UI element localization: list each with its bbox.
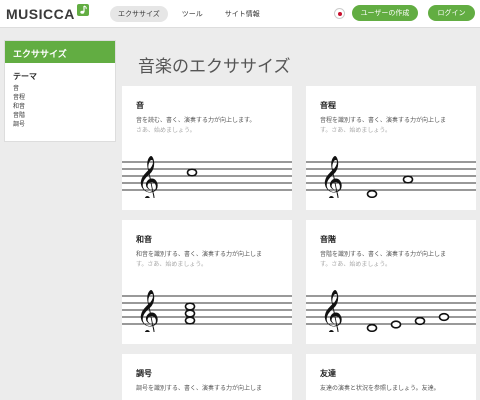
sidebar-item-chords[interactable]: 和音 <box>13 102 115 111</box>
sidebar-list: 音 音程 和音 音階 調号 <box>13 84 115 129</box>
card-subtext: す。さあ、始めましょう。 <box>320 127 392 134</box>
treble-clef-icon: 𝄞 <box>320 290 344 332</box>
note-head <box>366 323 378 332</box>
exercise-card-notes[interactable]: 音 音を読む、書く、演奏する力が向上します。 さあ、始めましょう。 𝄞 <box>122 86 292 210</box>
note-head <box>184 302 196 311</box>
note-head <box>402 175 414 184</box>
logo-text: MUSICCA <box>6 6 75 22</box>
treble-clef-icon: 𝄞 <box>136 156 160 198</box>
sidebar-item-scales[interactable]: 音階 <box>13 111 115 120</box>
treble-clef-icon: 𝄞 <box>320 156 344 198</box>
sidebar-item-intervals[interactable]: 音程 <box>13 93 115 102</box>
card-description: 音を読む、書く、演奏する力が向上します。 <box>136 117 256 124</box>
sidebar-item-key-signatures[interactable]: 調号 <box>13 120 115 129</box>
sidebar: エクササイズ テーマ 音 音程 和音 音階 調号 <box>4 40 116 142</box>
card-description: 和音を識別する、書く、演奏する力が向上しま <box>136 251 263 258</box>
card-description: 音階を識別する、書く、演奏する力が向上しま <box>320 251 447 258</box>
nav-exercises[interactable]: エクササイズ <box>110 6 168 22</box>
sidebar-title[interactable]: エクササイズ <box>5 41 115 63</box>
sidebar-item-notes[interactable]: 音 <box>13 84 115 93</box>
music-note-icon <box>76 4 89 16</box>
exercise-card-key-signatures[interactable]: 調号 調号を識別する、書く、演奏する力が向上しま <box>122 354 292 400</box>
card-description: 友達の演奏と状況を参照しましょう。友達。 <box>320 385 440 392</box>
page-title: 音楽のエクササイズ <box>138 57 291 77</box>
sidebar-group-title: テーマ <box>13 72 37 81</box>
exercise-card-friends[interactable]: 友達 友達の演奏と状況を参照しましょう。友達。 <box>306 354 476 400</box>
note-head <box>366 189 378 198</box>
main-nav: エクササイズ ツール サイト情報 <box>110 6 268 22</box>
note-head <box>184 309 196 318</box>
note-head <box>186 168 198 177</box>
music-staff: 𝄞 <box>122 290 292 332</box>
exercise-card-intervals[interactable]: 音程 音程を識別する、書く、演奏する力が向上しま す。さあ、始めましょう。 𝄞 <box>306 86 476 210</box>
treble-clef-icon: 𝄞 <box>136 290 160 332</box>
create-user-button[interactable]: ユーザーの作成 <box>352 5 418 21</box>
japan-flag-icon[interactable] <box>334 8 345 19</box>
music-staff: 𝄞 <box>122 156 292 198</box>
card-title: 和音 <box>136 235 152 244</box>
login-button[interactable]: ログイン <box>428 5 475 21</box>
card-subtext: さあ、始めましょう。 <box>136 127 196 134</box>
card-title: 友達 <box>320 369 336 378</box>
card-description: 音程を識別する、書く、演奏する力が向上しま <box>320 117 447 124</box>
card-subtext: す。さあ、始めましょう。 <box>136 261 208 268</box>
card-title: 音程 <box>320 101 336 110</box>
nav-tools[interactable]: ツール <box>174 6 211 22</box>
card-description: 調号を識別する、書く、演奏する力が向上しま <box>136 385 263 392</box>
top-bar: MUSICCA エクササイズ ツール サイト情報 ユーザーの作成 ログイン <box>0 0 480 28</box>
note-head <box>390 320 402 329</box>
musicca-logo[interactable]: MUSICCA <box>6 4 89 22</box>
note-head <box>414 316 426 326</box>
exercise-card-scales[interactable]: 音階 音階を識別する、書く、演奏する力が向上しま す。さあ、始めましょう。 𝄞 <box>306 220 476 344</box>
music-staff: 𝄞 <box>306 290 476 332</box>
card-title: 音 <box>136 101 144 110</box>
nav-site-info[interactable]: サイト情報 <box>217 6 268 22</box>
note-head <box>184 316 196 325</box>
note-head <box>438 312 450 322</box>
card-title: 音階 <box>320 235 336 244</box>
card-title: 調号 <box>136 369 152 378</box>
exercise-card-chords[interactable]: 和音 和音を識別する、書く、演奏する力が向上しま す。さあ、始めましょう。 𝄞 <box>122 220 292 344</box>
card-subtext: す。さあ、始めましょう。 <box>320 261 392 268</box>
music-staff: 𝄞 <box>306 156 476 198</box>
